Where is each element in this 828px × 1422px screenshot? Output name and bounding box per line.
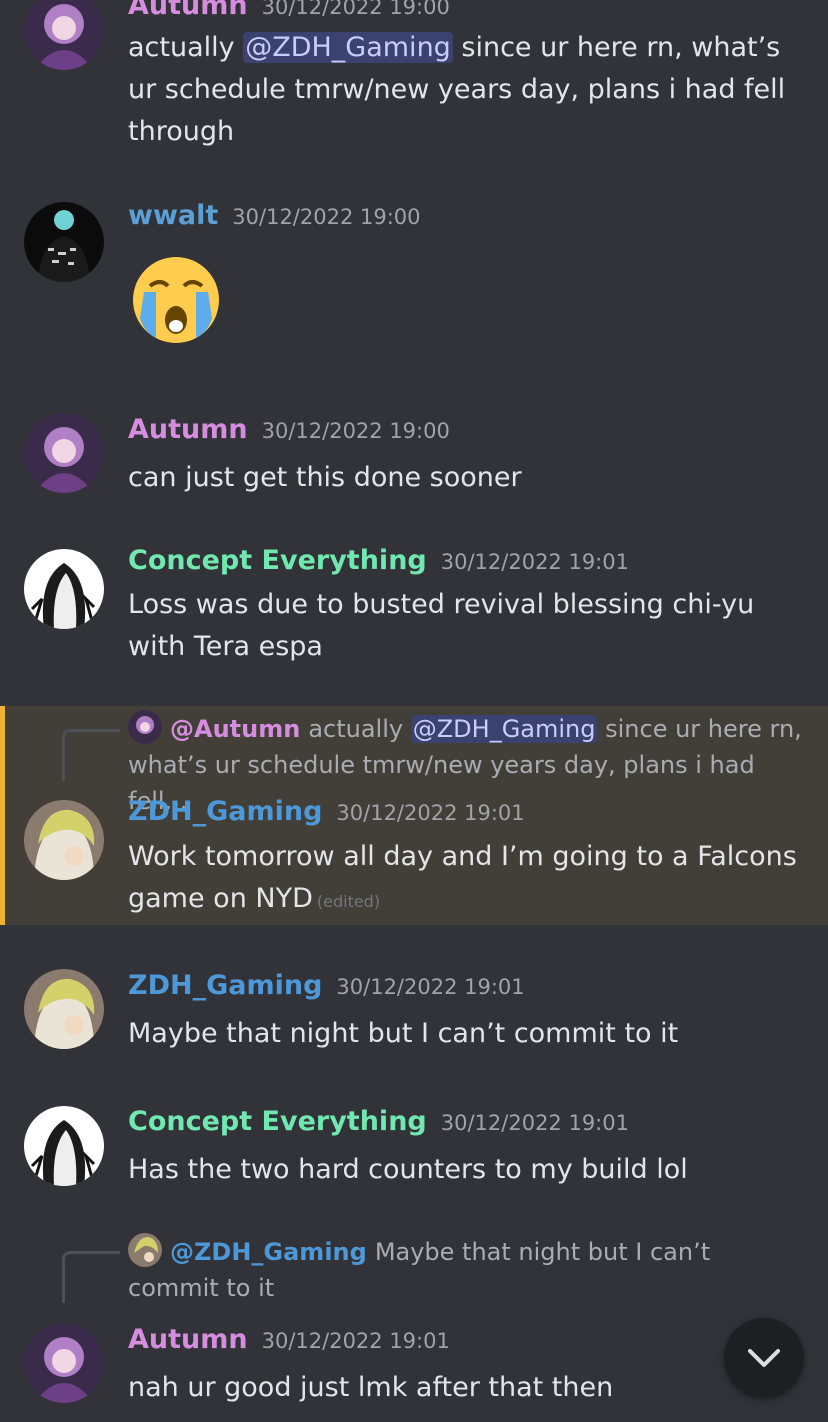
message-text: Loss was due to busted revival blessing …: [128, 589, 755, 662]
author-name[interactable]: ZDH_Gaming: [128, 796, 322, 827]
avatar-autumn[interactable]: [24, 0, 104, 70]
avatar-zdh-gaming[interactable]: [24, 969, 104, 1049]
timestamp: 30/12/2022 19:01: [440, 1111, 629, 1135]
edited-label: (edited): [316, 892, 381, 911]
author-name[interactable]: Autumn: [128, 0, 248, 21]
message-text: Has the two hard counters to my build lo…: [128, 1154, 688, 1185]
chevron-down-icon: [748, 1349, 780, 1367]
reply-avatar-autumn: [128, 710, 162, 744]
reply-avatar-zdh-gaming: [128, 1233, 162, 1267]
author-name[interactable]: Autumn: [128, 1324, 248, 1355]
message-text: Maybe that night but I can’t commit to i…: [128, 1018, 679, 1049]
reply-preview[interactable]: @ZDH_Gaming Maybe that night but I can’t …: [128, 1233, 808, 1306]
avatar-wwalt[interactable]: [24, 202, 104, 282]
reply-connector: [62, 729, 120, 781]
message-text: Work tomorrow all day and I’m going to a…: [128, 841, 797, 914]
avatar-autumn[interactable]: [24, 413, 104, 493]
author-name[interactable]: ZDH_Gaming: [128, 970, 322, 1001]
message-text: can just get this done sooner: [128, 462, 522, 493]
author-name[interactable]: Concept Everything: [128, 1106, 427, 1137]
reply-author[interactable]: @Autumn: [170, 715, 300, 743]
timestamp: 30/12/2022 19:01: [440, 550, 629, 574]
timestamp: 30/12/2022 19:01: [336, 975, 525, 999]
avatar-zdh-gaming[interactable]: [24, 800, 104, 880]
timestamp: 30/12/2022 19:00: [261, 419, 450, 443]
timestamp: 30/12/2022 19:01: [336, 801, 525, 825]
avatar-autumn[interactable]: [24, 1323, 104, 1403]
message-text: actually @ZDH_Gaming since ur here rn, w…: [128, 32, 786, 147]
reply-connector: [62, 1251, 120, 1303]
user-mention[interactable]: @ZDH_Gaming: [410, 715, 598, 743]
timestamp: 30/12/2022 19:01: [261, 1329, 450, 1353]
avatar-concept-everything[interactable]: [24, 1106, 104, 1186]
timestamp: 30/12/2022 19:00: [261, 0, 450, 19]
timestamp: 30/12/2022 19:00: [232, 205, 421, 229]
author-name[interactable]: Concept Everything: [128, 545, 427, 576]
message-text: nah ur good just lmk after that then: [128, 1372, 614, 1403]
scroll-to-bottom-button[interactable]: [724, 1318, 804, 1398]
user-mention[interactable]: @ZDH_Gaming: [243, 32, 453, 63]
author-name[interactable]: Autumn: [128, 414, 248, 445]
avatar-concept-everything[interactable]: [24, 549, 104, 629]
author-name[interactable]: wwalt: [128, 200, 218, 231]
reply-author[interactable]: @ZDH_Gaming: [170, 1238, 367, 1266]
crying-emoji-icon: [130, 254, 222, 346]
